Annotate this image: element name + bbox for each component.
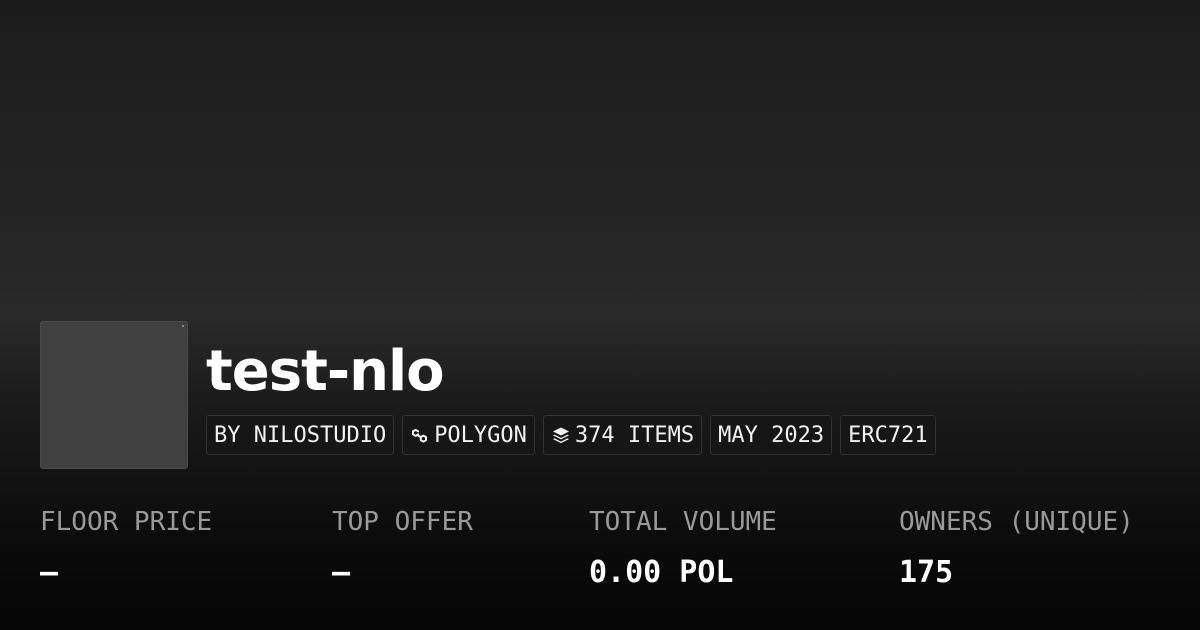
standard-tag: ERC721 bbox=[840, 415, 936, 455]
date-tag: MAY 2023 bbox=[710, 415, 833, 455]
total-volume-label: TOTAL VOLUME bbox=[589, 507, 777, 537]
layers-icon bbox=[551, 425, 571, 445]
floor-price-stat: FLOOR PRICE — bbox=[40, 505, 212, 591]
chain-tag-label: POLYGON bbox=[434, 422, 527, 448]
top-offer-value: — bbox=[332, 555, 351, 590]
collection-title: test-nlo bbox=[206, 339, 445, 404]
collection-share-card: test-nlo BY NILOSTUDIO POLYGON 374 ITEMS bbox=[0, 0, 1200, 630]
creator-tag: BY NILOSTUDIO bbox=[206, 415, 395, 455]
polygon-chain-icon bbox=[410, 425, 430, 445]
items-tag-label: 374 ITEMS bbox=[574, 422, 695, 448]
chain-tag: POLYGON bbox=[402, 415, 535, 455]
owners-stat: OWNERS (UNIQUE) 175 bbox=[899, 505, 1134, 591]
owners-label: OWNERS (UNIQUE) bbox=[899, 507, 1134, 537]
owners-value: 175 bbox=[899, 555, 954, 590]
total-volume-stat: TOTAL VOLUME 0.00 POL bbox=[589, 505, 777, 591]
top-offer-label: TOP OFFER bbox=[332, 507, 473, 537]
collection-avatar bbox=[40, 321, 188, 469]
floor-price-label: FLOOR PRICE bbox=[40, 507, 213, 537]
floor-price-value: — bbox=[40, 555, 59, 590]
total-volume-value: 0.00 POL bbox=[589, 555, 734, 590]
standard-tag-label: ERC721 bbox=[848, 422, 928, 448]
creator-tag-label: BY NILOSTUDIO bbox=[214, 422, 387, 448]
collection-tags: BY NILOSTUDIO POLYGON 374 ITEMS MAY 2023 bbox=[206, 415, 936, 455]
date-tag-label: MAY 2023 bbox=[718, 422, 825, 448]
avatar-corner-dot bbox=[182, 325, 184, 327]
items-tag: 374 ITEMS bbox=[542, 415, 703, 455]
top-offer-stat: TOP OFFER — bbox=[332, 505, 473, 591]
